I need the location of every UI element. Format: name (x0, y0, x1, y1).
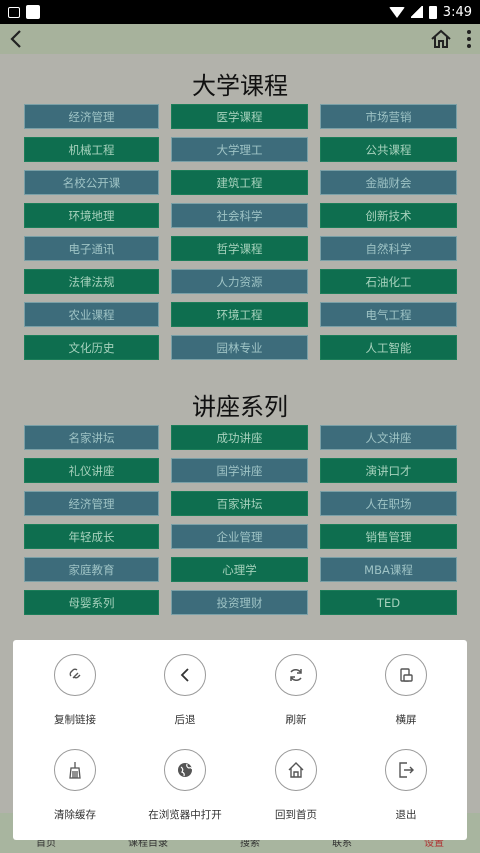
action-rotate-screen-button[interactable]: 横屏 (351, 654, 461, 744)
lecture-item[interactable]: 国学讲座 (171, 458, 308, 483)
action-icon-circle (385, 749, 427, 791)
action-exit-button[interactable]: 退出 (351, 749, 461, 839)
action-broom-button[interactable]: 清除缓存 (20, 749, 130, 839)
action-chevron-left-button[interactable]: 后退 (130, 654, 240, 744)
lecture-item[interactable]: 企业管理 (171, 524, 308, 549)
action-sheet: 复制链接 后退 刷新 横屏清除缓存 在浏览器中打开 回到首页 退出 (13, 640, 467, 840)
lecture-item[interactable]: 人在职场 (320, 491, 457, 516)
course-item[interactable]: 创新技术 (320, 203, 457, 228)
action-icon-circle (54, 749, 96, 791)
back-button[interactable] (8, 29, 24, 49)
lectures-title: 讲座系列 (192, 393, 288, 421)
image-notification-icon (8, 6, 20, 18)
course-item[interactable]: 农业课程 (24, 302, 159, 327)
course-item[interactable]: 石油化工 (320, 269, 457, 294)
course-item[interactable]: 电子通讯 (24, 236, 159, 261)
globe-icon (178, 763, 193, 777)
no-signal-icon (410, 6, 423, 18)
course-item[interactable]: 环境地理 (24, 203, 159, 228)
action-label: 清除缓存 (54, 809, 96, 821)
lecture-item[interactable]: 年轻成长 (24, 524, 159, 549)
course-item[interactable]: 社会科学 (171, 203, 308, 228)
action-icon-circle (164, 749, 206, 791)
chevron-left-icon (10, 30, 21, 48)
lecture-item[interactable]: 心理学 (171, 557, 308, 582)
more-menu-button[interactable] (466, 29, 472, 49)
action-home-button[interactable]: 回到首页 (241, 749, 351, 839)
home-icon (288, 762, 304, 778)
lecture-item[interactable]: TED (320, 590, 457, 615)
action-label: 在浏览器中打开 (148, 809, 222, 821)
course-item[interactable]: 经济管理 (24, 104, 159, 129)
lecture-item[interactable]: MBA课程 (320, 557, 457, 582)
action-refresh-button[interactable]: 刷新 (241, 654, 351, 744)
link-icon (69, 668, 81, 679)
action-icon-circle (54, 654, 96, 696)
course-item[interactable]: 名校公开课 (24, 170, 159, 195)
refresh-icon (290, 669, 302, 681)
action-icon-circle (275, 654, 317, 696)
action-label: 回到首页 (275, 809, 317, 821)
course-item[interactable]: 自然科学 (320, 236, 457, 261)
course-item[interactable]: 建筑工程 (171, 170, 308, 195)
action-globe-button[interactable]: 在浏览器中打开 (130, 749, 240, 839)
course-item[interactable]: 文化历史 (24, 335, 159, 360)
chevron-left-icon (180, 668, 189, 682)
action-icon-circle (164, 654, 206, 696)
course-item[interactable]: 环境工程 (171, 302, 308, 327)
lecture-item[interactable]: 销售管理 (320, 524, 457, 549)
courses-grid: 经济管理 医学课程 市场营销机械工程 大学理工 公共课程名校公开课 建筑工程 金融财会环境地… (24, 104, 457, 360)
course-item[interactable]: 哲学课程 (171, 236, 308, 261)
status-bar: 3:49 (0, 0, 480, 24)
rotate-screen-icon (400, 668, 413, 682)
broom-icon (69, 762, 81, 779)
lectures-grid: 名家讲坛 成功讲座 人文讲座礼仪讲座 国学讲座 演讲口才经济管理 百家讲坛 人在职场年轻成长… (24, 425, 457, 615)
action-label: 刷新 (285, 714, 307, 726)
app-notification-icon (26, 5, 40, 19)
course-item[interactable]: 市场营销 (320, 104, 457, 129)
course-item[interactable]: 法律法规 (24, 269, 159, 294)
lecture-item[interactable]: 人文讲座 (320, 425, 457, 450)
course-item[interactable]: 人工智能 (320, 335, 457, 360)
lecture-item[interactable]: 母婴系列 (24, 590, 159, 615)
course-item[interactable]: 电气工程 (320, 302, 457, 327)
lecture-item[interactable]: 家庭教育 (24, 557, 159, 582)
action-label: 后退 (174, 714, 196, 726)
lecture-item[interactable]: 投资理财 (171, 590, 308, 615)
lecture-item[interactable]: 演讲口才 (320, 458, 457, 483)
course-item[interactable]: 园林专业 (171, 335, 308, 360)
action-icon-circle (385, 654, 427, 696)
more-vertical-icon (467, 30, 471, 48)
lecture-item[interactable]: 百家讲坛 (171, 491, 308, 516)
lecture-item[interactable]: 成功讲座 (171, 425, 308, 450)
course-item[interactable]: 公共课程 (320, 137, 457, 162)
action-icon-circle (275, 749, 317, 791)
course-item[interactable]: 医学课程 (171, 104, 308, 129)
home-icon (431, 29, 451, 48)
course-item[interactable]: 金融财会 (320, 170, 457, 195)
app-bar (0, 24, 480, 54)
course-item[interactable]: 人力资源 (171, 269, 308, 294)
status-time: 3:49 (442, 4, 472, 20)
action-label: 横屏 (395, 714, 417, 726)
action-label: 复制链接 (54, 714, 96, 726)
home-button[interactable] (430, 29, 452, 49)
lecture-item[interactable]: 经济管理 (24, 491, 159, 516)
action-link-button[interactable]: 复制链接 (20, 654, 130, 744)
lecture-item[interactable]: 名家讲坛 (24, 425, 159, 450)
lecture-item[interactable]: 礼仪讲座 (24, 458, 159, 483)
action-label: 退出 (395, 809, 417, 821)
course-item[interactable]: 大学理工 (171, 137, 308, 162)
battery-icon (428, 5, 437, 19)
courses-title: 大学课程 (192, 72, 288, 100)
wifi-icon (388, 6, 405, 18)
exit-icon (399, 762, 414, 778)
course-item[interactable]: 机械工程 (24, 137, 159, 162)
